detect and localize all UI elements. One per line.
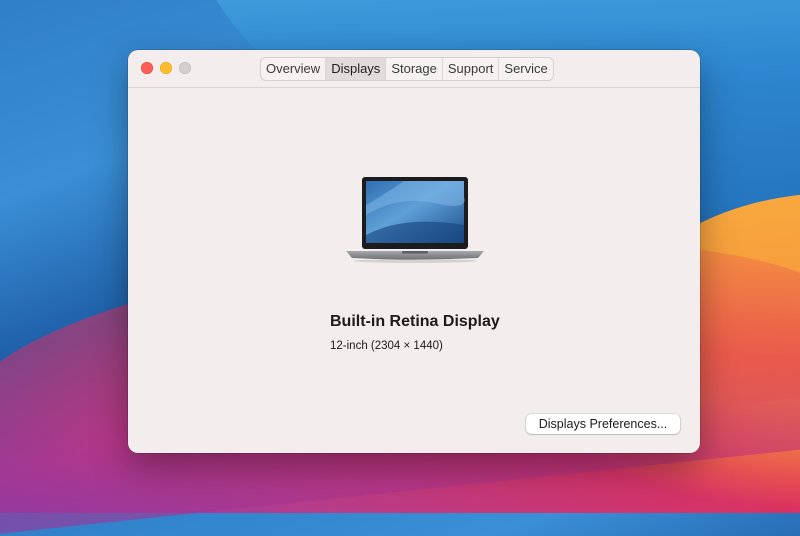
- tab-displays[interactable]: Displays: [326, 58, 387, 80]
- tab-bar: Overview Displays Storage Support Servic…: [260, 57, 554, 81]
- window-titlebar: Overview Displays Storage Support Servic…: [128, 50, 700, 88]
- tab-storage[interactable]: Storage: [386, 58, 443, 80]
- tab-support[interactable]: Support: [443, 58, 500, 80]
- tab-overview[interactable]: Overview: [261, 58, 327, 80]
- close-icon[interactable]: [141, 62, 153, 74]
- macbook-laptop-icon: [346, 177, 484, 263]
- zoom-icon[interactable]: [179, 62, 191, 74]
- display-size: 12-inch (2304 × 1440): [330, 340, 443, 352]
- display-name: Built-in Retina Display: [330, 313, 500, 330]
- about-this-mac-window: Overview Displays Storage Support Servic…: [128, 50, 700, 453]
- tab-service[interactable]: Service: [499, 58, 552, 80]
- minimize-icon[interactable]: [160, 62, 172, 74]
- displays-preferences-button[interactable]: Displays Preferences...: [526, 414, 680, 434]
